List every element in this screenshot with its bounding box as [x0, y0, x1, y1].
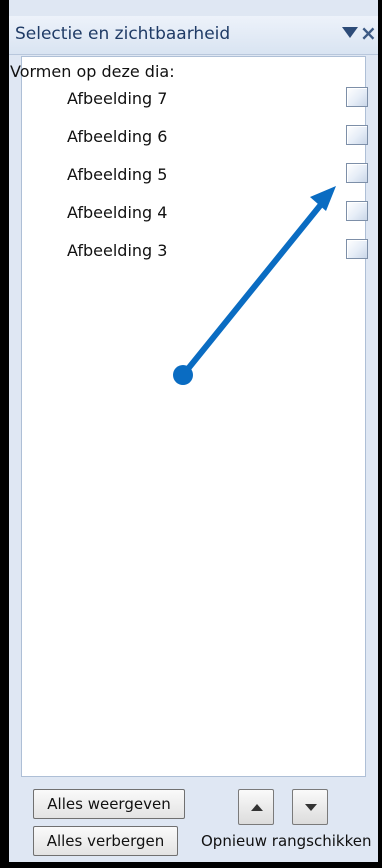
pane-title: Selectie en zichtbaarheid	[15, 24, 231, 44]
shape-list-caption: Vormen op deze dia:	[10, 62, 175, 81]
shape-name[interactable]: Afbeelding 6	[67, 127, 167, 146]
visibility-toggle-icon[interactable]	[346, 87, 368, 107]
triangle-down-icon	[305, 804, 317, 811]
reorder-label: Opnieuw rangschikken	[201, 832, 372, 850]
shape-name[interactable]: Afbeelding 3	[67, 241, 167, 260]
move-up-button[interactable]	[238, 789, 274, 825]
shape-name[interactable]: Afbeelding 7	[67, 89, 167, 108]
shape-name[interactable]: Afbeelding 5	[67, 165, 167, 184]
visibility-toggle-icon[interactable]	[346, 163, 368, 183]
hide-all-button[interactable]: Alles verbergen	[33, 826, 178, 856]
close-icon[interactable]: ×	[360, 21, 377, 45]
triangle-up-icon	[251, 804, 263, 811]
move-down-button[interactable]	[292, 789, 328, 825]
shape-list-item[interactable]: Afbeelding 4	[21, 194, 368, 232]
dropdown-menu-icon[interactable]	[342, 27, 358, 38]
shape-list-item[interactable]: Afbeelding 3	[21, 232, 368, 270]
shape-list-item[interactable]: Afbeelding 5	[21, 156, 368, 194]
visibility-toggle-icon[interactable]	[346, 201, 368, 221]
visibility-toggle-icon[interactable]	[346, 239, 368, 259]
show-all-button[interactable]: Alles weergeven	[33, 789, 185, 819]
pane-titlebar: Selectie en zichtbaarheid ×	[9, 16, 378, 55]
shape-list-item[interactable]: Afbeelding 6	[21, 118, 368, 156]
shape-list-item[interactable]: Afbeelding 7	[21, 80, 368, 118]
visibility-toggle-icon[interactable]	[346, 125, 368, 145]
shape-name[interactable]: Afbeelding 4	[67, 203, 167, 222]
